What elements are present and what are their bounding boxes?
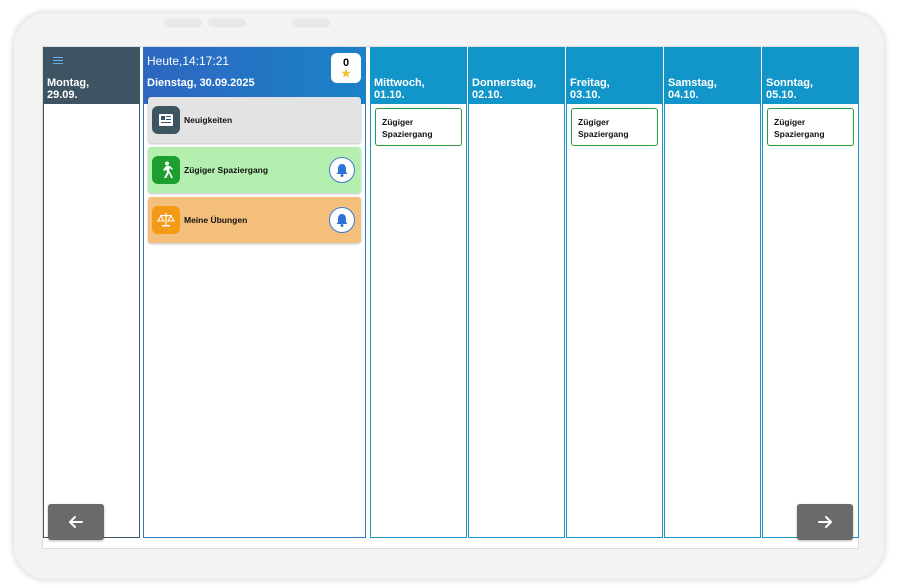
card-walk[interactable]: Zügiger Spaziergang	[148, 147, 361, 193]
calendar-screen: Montag, 29.09. Heute,14:17:21 Dienstag, 3…	[42, 46, 859, 549]
current-time: Heute,14:17:21	[147, 54, 230, 68]
walking-icon	[152, 156, 180, 184]
arrow-left-icon	[69, 516, 83, 528]
day-header: Sonntag, 05.10.	[762, 47, 859, 104]
day-header: Montag, 29.09.	[43, 47, 140, 104]
star-counter[interactable]: 0 ★	[331, 53, 361, 83]
day-column-sunday[interactable]: Sonntag, 05.10. Zügiger Spaziergang	[762, 47, 859, 538]
newspaper-icon	[152, 106, 180, 134]
card-label: Neuigkeiten	[184, 115, 233, 125]
day-label: Sonntag, 05.10.	[766, 77, 814, 101]
day-label: Donnerstag, 02.10.	[472, 77, 537, 101]
task-walk[interactable]: Zügiger Spaziergang	[571, 108, 658, 146]
day-header: Samstag, 04.10.	[664, 47, 761, 104]
card-news[interactable]: Neuigkeiten	[148, 97, 361, 143]
day-header: Mittwoch, 01.10.	[370, 47, 467, 104]
day-label: Samstag, 04.10.	[668, 77, 717, 101]
bell-icon[interactable]	[329, 157, 355, 183]
next-week-button[interactable]	[797, 504, 853, 540]
day-column-saturday[interactable]: Samstag, 04.10.	[664, 47, 761, 538]
day-column-thursday[interactable]: Donnerstag, 02.10.	[468, 47, 565, 538]
day-label: Mittwoch, 01.10.	[374, 77, 425, 101]
scale-icon	[152, 206, 180, 234]
hardware-button	[165, 20, 201, 26]
day-header: Donnerstag, 02.10.	[468, 47, 565, 104]
day-header: Freitag, 03.10.	[566, 47, 663, 104]
hamburger-icon[interactable]	[53, 57, 63, 64]
bell-icon[interactable]	[329, 207, 355, 233]
card-label: Meine Übungen	[184, 215, 248, 225]
previous-week-button[interactable]	[48, 504, 104, 540]
card-label: Zügiger Spaziergang	[184, 165, 269, 175]
hardware-button	[293, 20, 329, 26]
card-exercises[interactable]: Meine Übungen	[148, 197, 361, 243]
day-column-friday[interactable]: Freitag, 03.10. Zügiger Spaziergang	[566, 47, 663, 538]
star-count: 0	[342, 57, 350, 69]
day-column-monday[interactable]: Montag, 29.09.	[43, 47, 140, 538]
day-column-today: Heute,14:17:21 Dienstag, 30.09.2025 0 ★ …	[143, 47, 366, 538]
today-header: Heute,14:17:21 Dienstag, 30.09.2025 0 ★	[143, 47, 366, 104]
day-label: Freitag, 03.10.	[570, 77, 610, 101]
task-walk[interactable]: Zügiger Spaziergang	[375, 108, 462, 146]
hardware-button	[209, 20, 245, 26]
arrow-right-icon	[818, 516, 832, 528]
star-icon: ★	[341, 68, 351, 80]
today-date: Dienstag, 30.09.2025	[147, 77, 255, 89]
task-walk[interactable]: Zügiger Spaziergang	[767, 108, 854, 146]
day-label: Montag, 29.09.	[47, 77, 90, 101]
day-column-wednesday[interactable]: Mittwoch, 01.10. Zügiger Spaziergang	[370, 47, 467, 538]
